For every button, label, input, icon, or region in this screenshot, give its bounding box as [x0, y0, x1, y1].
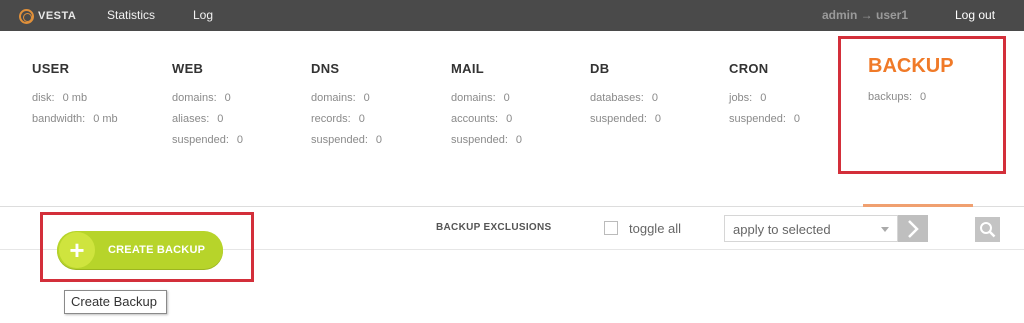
stat-value: 0 [503, 92, 510, 104]
user-switch-link[interactable]: admin → user1 [822, 8, 908, 22]
section-title: USER [32, 61, 70, 76]
bulk-action-select[interactable]: apply to selected [724, 215, 898, 242]
stat-value: 0 [236, 134, 244, 146]
create-backup-tooltip: Create Backup [64, 290, 167, 314]
active-tab-indicator [863, 204, 973, 207]
stat-row: databases: 0 [590, 91, 661, 112]
stat-label: databases: [590, 92, 644, 104]
stat-row: aliases: 0 [172, 112, 243, 133]
stat-label: suspended: [172, 134, 229, 146]
backup-exclusions-link[interactable]: BACKUP EXCLUSIONS [436, 222, 552, 233]
section-title: WEB [172, 61, 204, 76]
stat-row: suspended: 0 [451, 133, 522, 154]
toggle-all-checkbox[interactable] [604, 221, 618, 235]
stat-row: suspended: 0 [172, 133, 243, 154]
stat-row: jobs: 0 [729, 91, 800, 112]
stat-label: suspended: [451, 134, 508, 146]
nav-log[interactable]: Log [193, 8, 213, 22]
search-icon [980, 222, 996, 238]
summary-user[interactable]: USER disk: 0 mb bandwidth: 0 mb [32, 61, 118, 133]
stat-value: 0 [358, 113, 365, 125]
stat-label: suspended: [590, 113, 647, 125]
stat-value: 0 [651, 92, 658, 104]
stat-value: 0 [363, 92, 370, 104]
stat-value: 0 [654, 113, 662, 125]
vesta-logo[interactable]: VESTA [19, 8, 76, 24]
summary-web[interactable]: WEB domains: 0 aliases: 0 suspended: 0 [172, 61, 243, 154]
stat-label: suspended: [311, 134, 368, 146]
backup-highlight-box [838, 36, 1006, 174]
summary-dns[interactable]: DNS domains: 0 records: 0 suspended: 0 [311, 61, 382, 154]
stat-label: records: [311, 113, 351, 125]
section-title: MAIL [451, 61, 484, 76]
stat-value: 0 mb [93, 113, 118, 125]
section-title: CRON [729, 61, 769, 76]
stat-label: aliases: [172, 113, 210, 125]
toggle-all-label[interactable]: toggle all [629, 221, 681, 236]
stat-label: suspended: [729, 113, 786, 125]
nav-statistics[interactable]: Statistics [107, 8, 155, 22]
stat-row: domains: 0 [451, 91, 522, 112]
stat-row: disk: 0 mb [32, 91, 118, 112]
section-title: DNS [311, 61, 340, 76]
vesta-logo-icon [19, 8, 34, 24]
apply-button[interactable] [898, 215, 928, 242]
summary-cron[interactable]: CRON jobs: 0 suspended: 0 [729, 61, 800, 133]
stat-value: 0 [375, 134, 383, 146]
stat-row: bandwidth: 0 mb [32, 112, 118, 133]
summary-db[interactable]: DB databases: 0 suspended: 0 [590, 61, 661, 133]
section-title: DB [590, 61, 610, 76]
stat-value: 0 [224, 92, 231, 104]
dropdown-arrow-icon [881, 227, 889, 232]
summary-mail[interactable]: MAIL domains: 0 accounts: 0 suspended: 0 [451, 61, 522, 154]
stat-label: domains: [172, 92, 217, 104]
stat-row: suspended: 0 [729, 112, 800, 133]
stat-value: 0 mb [62, 92, 88, 104]
top-bar: VESTA Statistics Log admin → user1 Log o… [0, 0, 1024, 31]
stat-row: records: 0 [311, 112, 382, 133]
logout-link[interactable]: Log out [955, 8, 995, 22]
stat-label: domains: [451, 92, 496, 104]
stat-row: suspended: 0 [590, 112, 661, 133]
stat-row: domains: 0 [172, 91, 243, 112]
stat-label: domains: [311, 92, 356, 104]
stat-label: accounts: [451, 113, 499, 125]
stat-row: domains: 0 [311, 91, 382, 112]
stat-value: 0 [506, 113, 513, 125]
chevron-right-icon [908, 219, 919, 238]
stat-label: bandwidth: [32, 113, 86, 125]
bulk-action-value: apply to selected [733, 222, 831, 237]
search-button[interactable] [975, 217, 1000, 242]
stat-row: suspended: 0 [311, 133, 382, 154]
stat-value: 0 [793, 113, 801, 125]
stat-value: 0 [760, 92, 767, 104]
logo-text: VESTA [38, 10, 77, 22]
stat-row: accounts: 0 [451, 112, 522, 133]
stat-label: jobs: [729, 92, 753, 104]
stat-label: disk: [32, 92, 55, 104]
create-highlight-box [40, 212, 254, 282]
stat-value: 0 [515, 134, 523, 146]
stat-value: 0 [217, 113, 224, 125]
